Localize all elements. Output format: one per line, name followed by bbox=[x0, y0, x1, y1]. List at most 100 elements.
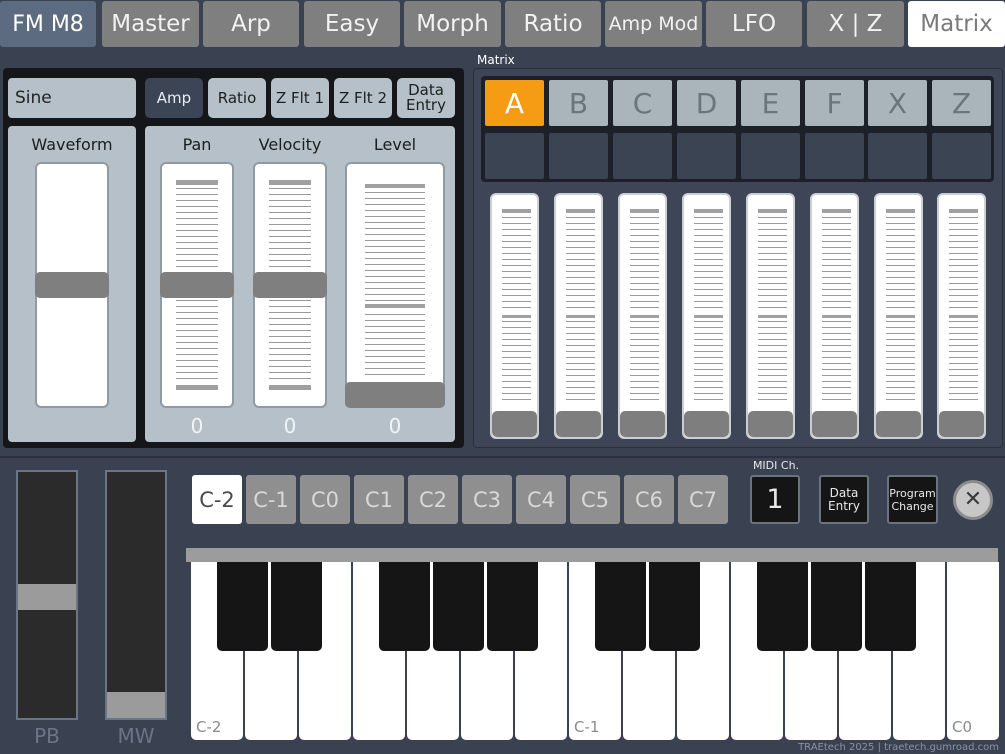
black-key[interactable] bbox=[433, 562, 484, 651]
level-slider-handle[interactable] bbox=[345, 382, 445, 408]
matrix-slot[interactable] bbox=[868, 133, 927, 179]
matrix-slider-handle[interactable] bbox=[812, 411, 857, 437]
black-key[interactable] bbox=[271, 562, 322, 651]
brand-tab[interactable]: FM M8 bbox=[0, 1, 96, 47]
octave-c-1[interactable]: C-1 bbox=[246, 475, 296, 524]
tab-lfo[interactable]: LFO bbox=[706, 1, 802, 47]
matrix-slider-scale bbox=[758, 321, 787, 405]
matrix-slider-handle[interactable] bbox=[556, 411, 601, 437]
waveform-slider-handle[interactable] bbox=[35, 272, 109, 298]
mod-wheel[interactable] bbox=[105, 470, 167, 720]
matrix-slider-scale bbox=[758, 315, 787, 318]
pan-slider[interactable] bbox=[160, 162, 234, 408]
black-key[interactable] bbox=[865, 562, 916, 651]
mod-wheel-handle[interactable] bbox=[107, 692, 165, 718]
matrix-slot[interactable] bbox=[549, 133, 608, 179]
z-flt-2-button[interactable]: Z Flt 2 bbox=[334, 78, 392, 118]
matrix-tab-b[interactable]: B bbox=[549, 80, 608, 126]
octave-c0[interactable]: C0 bbox=[300, 475, 350, 524]
velocity-slider[interactable] bbox=[253, 162, 327, 408]
matrix-slot[interactable] bbox=[485, 133, 544, 179]
pan-value: 0 bbox=[190, 414, 204, 438]
octave-c7[interactable]: C7 bbox=[678, 475, 728, 524]
matrix-slider-scale bbox=[502, 315, 531, 318]
matrix-slot[interactable] bbox=[932, 133, 991, 179]
octave-c3[interactable]: C3 bbox=[462, 475, 512, 524]
black-key[interactable] bbox=[217, 562, 268, 651]
matrix-slider-handle[interactable] bbox=[684, 411, 729, 437]
tab-matrix[interactable]: Matrix bbox=[908, 1, 1005, 47]
matrix-slider-f[interactable] bbox=[810, 193, 859, 439]
pan-scale-lower bbox=[176, 300, 218, 380]
pitch-bend-handle[interactable] bbox=[18, 584, 76, 610]
matrix-slider-z[interactable] bbox=[937, 193, 986, 439]
velocity-slider-handle[interactable] bbox=[253, 272, 327, 298]
matrix-slider-handle[interactable] bbox=[748, 411, 793, 437]
matrix-slot[interactable] bbox=[741, 133, 800, 179]
data-entry-button[interactable]: Data Entry bbox=[397, 78, 455, 118]
white-key[interactable]: C0 bbox=[947, 562, 999, 740]
black-key[interactable] bbox=[649, 562, 700, 651]
black-key[interactable] bbox=[595, 562, 646, 651]
matrix-slider-c[interactable] bbox=[618, 193, 667, 439]
velocity-scale-lower bbox=[269, 300, 311, 380]
matrix-tab-z[interactable]: Z bbox=[932, 80, 991, 126]
keyboard-data-entry-button[interactable]: Data Entry bbox=[819, 475, 869, 524]
matrix-slider-handle[interactable] bbox=[620, 411, 665, 437]
matrix-slider-e[interactable] bbox=[746, 193, 795, 439]
black-key[interactable] bbox=[811, 562, 862, 651]
pitch-bend-wheel[interactable] bbox=[16, 470, 78, 720]
matrix-tab-e[interactable]: E bbox=[741, 80, 800, 126]
pan-slider-handle[interactable] bbox=[160, 272, 234, 298]
matrix-slider-handle[interactable] bbox=[492, 411, 537, 437]
matrix-slider-b[interactable] bbox=[554, 193, 603, 439]
octave-c1[interactable]: C1 bbox=[354, 475, 404, 524]
black-key[interactable] bbox=[487, 562, 538, 651]
app-window: FM M8 Master Arp Easy Morph Ratio Amp Mo… bbox=[0, 0, 1005, 754]
tab-easy[interactable]: Easy bbox=[304, 1, 400, 47]
matrix-slider-scale bbox=[886, 217, 915, 309]
velocity-value: 0 bbox=[283, 414, 297, 438]
program-change-button[interactable]: Program Change bbox=[887, 475, 938, 524]
octave-c6[interactable]: C6 bbox=[624, 475, 674, 524]
tab-arp[interactable]: Arp bbox=[203, 1, 299, 47]
octave-c5[interactable]: C5 bbox=[570, 475, 620, 524]
velocity-scale-top bbox=[269, 180, 311, 185]
matrix-slider-handle[interactable] bbox=[939, 411, 984, 437]
amp-button[interactable]: Amp bbox=[145, 78, 203, 118]
matrix-tab-a[interactable]: A bbox=[485, 80, 544, 126]
matrix-tab-c[interactable]: C bbox=[613, 80, 672, 126]
matrix-slider-scale bbox=[886, 321, 915, 405]
matrix-tab-d[interactable]: D bbox=[677, 80, 736, 126]
waveform-name-field[interactable]: Sine bbox=[8, 78, 136, 118]
matrix-slot[interactable] bbox=[613, 133, 672, 179]
octave-c4[interactable]: C4 bbox=[516, 475, 566, 524]
matrix-slot[interactable] bbox=[805, 133, 864, 179]
close-button[interactable]: ✕ bbox=[953, 480, 993, 520]
octave-c2[interactable]: C2 bbox=[408, 475, 458, 524]
matrix-slider-x[interactable] bbox=[874, 193, 923, 439]
black-key[interactable] bbox=[379, 562, 430, 651]
tab-ratio[interactable]: Ratio bbox=[505, 1, 601, 47]
waveform-slider[interactable] bbox=[35, 162, 109, 408]
matrix-slider-a[interactable] bbox=[490, 193, 539, 439]
tab-master[interactable]: Master bbox=[102, 1, 199, 47]
midi-channel-field[interactable]: 1 bbox=[750, 475, 800, 524]
matrix-tab-x[interactable]: X bbox=[868, 80, 927, 126]
tab-morph[interactable]: Morph bbox=[404, 1, 501, 47]
ratio-button[interactable]: Ratio bbox=[208, 78, 266, 118]
matrix-slider-scale bbox=[949, 217, 978, 309]
black-key[interactable] bbox=[757, 562, 808, 651]
waveform-label: Waveform bbox=[31, 135, 113, 154]
level-slider[interactable] bbox=[345, 162, 445, 408]
matrix-slider-handle[interactable] bbox=[876, 411, 921, 437]
matrix-slot[interactable] bbox=[677, 133, 736, 179]
level-scale-top bbox=[365, 184, 425, 188]
tab-amp-mod[interactable]: Amp Mod bbox=[605, 1, 702, 47]
octave-c-2[interactable]: C-2 bbox=[192, 475, 242, 524]
matrix-tab-f[interactable]: F bbox=[805, 80, 864, 126]
z-flt-1-button[interactable]: Z Flt 1 bbox=[271, 78, 329, 118]
keyboard-top-rail bbox=[186, 548, 998, 562]
matrix-slider-d[interactable] bbox=[682, 193, 731, 439]
tab-x-z[interactable]: X | Z bbox=[807, 1, 904, 47]
